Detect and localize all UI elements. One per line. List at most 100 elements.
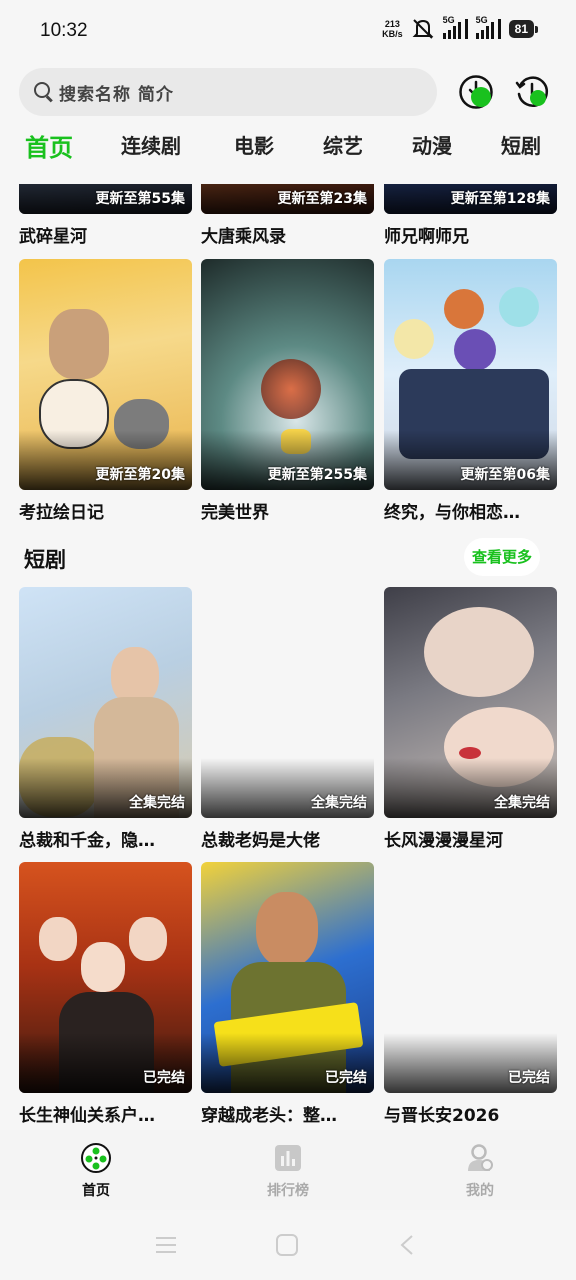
video-card[interactable]: 已完结 与晋长安2026 <box>384 862 557 1126</box>
signal-icon-sim2: 5G <box>475 15 501 39</box>
mute-icon <box>412 19 434 39</box>
tab-variety[interactable]: 综艺 <box>323 130 363 159</box>
video-card[interactable]: 已完结 长生神仙关系户… <box>19 862 192 1126</box>
category-tabs: 首页 连续剧 电影 综艺 动漫 短剧 <box>0 130 576 170</box>
video-title: 武碎星河 <box>19 227 87 247</box>
status-badge: 已完结 <box>508 1070 550 1086</box>
poster-image: 更新至第128集 <box>384 184 557 214</box>
video-card[interactable]: 更新至第55集 武碎星河 <box>19 184 192 247</box>
menu-icon[interactable] <box>154 1234 178 1256</box>
home-button-icon[interactable] <box>275 1234 299 1256</box>
video-title: 长风漫漫漫星河 <box>384 831 503 851</box>
poster-art <box>394 319 434 359</box>
history-icon[interactable] <box>514 74 550 110</box>
profile-icon <box>468 1144 493 1171</box>
poster-image: 已完结 <box>201 862 374 1093</box>
system-nav-bar <box>0 1210 576 1280</box>
net-speed: 213 KB/s <box>382 19 403 39</box>
film-reel-icon <box>81 1143 111 1173</box>
signal-icon-sim1: 5G <box>442 15 468 39</box>
net-speed-unit: KB/s <box>382 29 403 39</box>
video-card[interactable]: 更新至第20集 考拉绘日记 <box>19 259 192 523</box>
tab-short-drama[interactable]: 短剧 <box>501 130 541 159</box>
battery-indicator: 81 <box>508 20 539 38</box>
search-placeholder: 搜索名称 简介 <box>59 84 174 105</box>
nav-ranking[interactable]: 排行榜 <box>238 1142 338 1200</box>
poster-art <box>39 917 77 961</box>
status-badge: 已完结 <box>325 1070 367 1086</box>
poster-art <box>81 942 125 992</box>
video-title: 长生神仙关系户… <box>19 1106 155 1126</box>
bottom-nav: 首页 排行榜 我的 <box>0 1130 576 1210</box>
status-badge: 已完结 <box>143 1070 185 1086</box>
sim1-label: 5G <box>442 15 455 25</box>
content-feed: 更新至第55集 武碎星河 更新至第23集 大唐乘风录 更新至第128集 师兄啊师… <box>0 184 576 1130</box>
video-card[interactable]: 更新至第06集 终究，与你相恋… <box>384 259 557 523</box>
poster-image: 已完结 <box>19 862 192 1093</box>
poster-image: 已完结 <box>384 862 557 1093</box>
episode-badge: 更新至第128集 <box>450 191 550 207</box>
sim2-label: 5G <box>475 15 488 25</box>
poster-image: 全集完结 <box>19 587 192 818</box>
poster-image: 全集完结 <box>201 587 374 818</box>
poster-art <box>49 309 109 379</box>
episode-badge: 更新至第255集 <box>267 467 367 483</box>
poster-art <box>444 289 484 329</box>
episode-badge: 更新至第20集 <box>95 467 185 483</box>
poster-art <box>424 607 534 697</box>
status-badge: 全集完结 <box>311 795 367 811</box>
video-title: 总裁和千金，隐… <box>19 831 155 851</box>
poster-art <box>129 917 167 961</box>
poster-image: 更新至第55集 <box>19 184 192 214</box>
nav-profile-label: 我的 <box>466 1183 494 1199</box>
video-card[interactable]: 全集完结 长风漫漫漫星河 <box>384 587 557 851</box>
poster-art <box>454 329 496 371</box>
chart-icon <box>275 1145 301 1171</box>
episode-badge: 更新至第06集 <box>460 467 550 483</box>
video-title: 大唐乘风录 <box>201 227 286 247</box>
net-speed-value: 213 <box>384 19 400 29</box>
status-badge: 全集完结 <box>129 795 185 811</box>
poster-image: 更新至第20集 <box>19 259 192 490</box>
poster-image: 更新至第255集 <box>201 259 374 490</box>
status-time: 10:32 <box>40 20 88 41</box>
video-card[interactable]: 更新至第23集 大唐乘风录 <box>201 184 374 247</box>
poster-image: 更新至第06集 <box>384 259 557 490</box>
download-icon[interactable] <box>458 74 494 110</box>
poster-art <box>499 287 539 327</box>
video-card[interactable]: 全集完结 总裁和千金，隐… <box>19 587 192 851</box>
nav-profile[interactable]: 我的 <box>430 1142 530 1200</box>
episode-badge: 更新至第23集 <box>277 191 367 207</box>
video-title: 师兄啊师兄 <box>384 227 469 247</box>
tab-anime[interactable]: 动漫 <box>412 130 452 159</box>
video-card[interactable]: 已完结 穿越成老头：整… <box>201 862 374 1126</box>
video-title: 与晋长安2026 <box>384 1106 500 1126</box>
status-icons: 213 KB/s 5G 5G 81 <box>382 15 539 40</box>
section-heading: 短剧 <box>24 548 66 572</box>
video-title: 穿越成老头：整… <box>201 1106 337 1126</box>
status-badge: 全集完结 <box>494 795 550 811</box>
tab-series[interactable]: 连续剧 <box>121 130 181 159</box>
episode-badge: 更新至第55集 <box>95 191 185 207</box>
video-card[interactable]: 更新至第128集 师兄啊师兄 <box>384 184 557 247</box>
video-title: 总裁老妈是大佬 <box>201 831 320 851</box>
poster-art <box>256 892 318 967</box>
video-card[interactable]: 更新至第255集 完美世界 <box>201 259 374 523</box>
poster-image: 更新至第23集 <box>201 184 374 214</box>
nav-home[interactable]: 首页 <box>46 1142 146 1200</box>
video-title: 终究，与你相恋… <box>384 503 520 523</box>
see-more-button[interactable]: 查看更多 <box>464 538 540 576</box>
video-card[interactable]: 全集完结 总裁老妈是大佬 <box>201 587 374 851</box>
nav-home-label: 首页 <box>82 1183 110 1199</box>
tab-home[interactable]: 首页 <box>25 128 73 163</box>
back-icon[interactable] <box>398 1234 416 1256</box>
search-bar[interactable]: 搜索名称 简介 <box>19 68 437 116</box>
poster-art <box>261 359 321 419</box>
status-bar: 10:32 213 KB/s 5G 5G 81 <box>0 0 576 62</box>
tab-movies[interactable]: 电影 <box>234 130 274 159</box>
search-icon <box>33 81 55 103</box>
video-title: 完美世界 <box>201 503 269 523</box>
poster-image: 全集完结 <box>384 587 557 818</box>
nav-ranking-label: 排行榜 <box>267 1183 309 1199</box>
video-title: 考拉绘日记 <box>19 503 104 523</box>
